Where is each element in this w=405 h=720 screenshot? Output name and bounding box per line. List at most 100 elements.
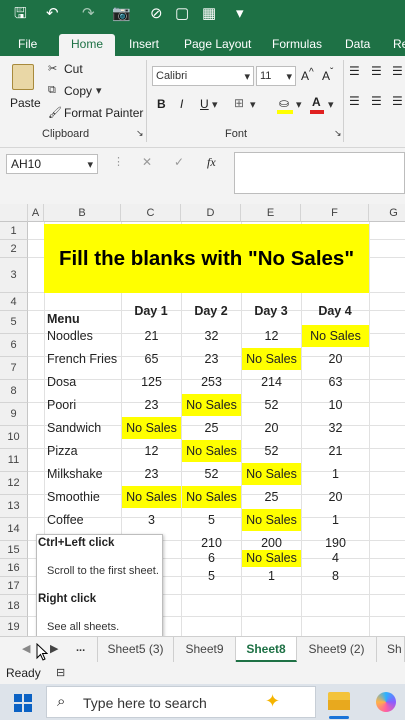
- row-header[interactable]: 17: [0, 577, 28, 595]
- more-sheets-button[interactable]: ...: [76, 642, 85, 654]
- no-sales-cell[interactable]: No Sales: [242, 509, 301, 531]
- align-center-icon[interactable]: ☰: [371, 94, 382, 108]
- row-header[interactable]: 16: [0, 559, 28, 577]
- row-header[interactable]: 13: [0, 495, 28, 518]
- day-header[interactable]: Day 1: [121, 300, 181, 323]
- align-right-icon[interactable]: ☰: [392, 94, 403, 108]
- menu-item-cell[interactable]: French Fries: [47, 348, 121, 371]
- copy-icon[interactable]: ⧉: [48, 84, 56, 97]
- menu-item-cell[interactable]: Milkshake: [47, 463, 121, 486]
- column-header[interactable]: F: [301, 204, 369, 222]
- cut-icon[interactable]: ✂: [48, 62, 57, 75]
- value-cell[interactable]: 32: [182, 325, 241, 347]
- value-cell[interactable]: 23: [122, 394, 181, 416]
- underline-dropdown-icon[interactable]: ▾: [212, 98, 218, 111]
- row-header[interactable]: 8: [0, 380, 28, 403]
- no-sales-cell[interactable]: No Sales: [182, 440, 241, 462]
- day-header[interactable]: Day 4: [301, 300, 369, 323]
- value-cell[interactable]: 8: [302, 568, 369, 585]
- row-header[interactable]: 2: [0, 240, 28, 258]
- sheet-tab[interactable]: Sheet9 (2): [297, 637, 377, 662]
- value-cell[interactable]: 214: [242, 371, 301, 393]
- copilot-icon[interactable]: [376, 692, 396, 712]
- value-cell[interactable]: 21: [122, 325, 181, 347]
- value-cell[interactable]: 32: [302, 417, 369, 439]
- align-left-icon[interactable]: ☰: [349, 94, 360, 108]
- row-header[interactable]: 10: [0, 426, 28, 449]
- no-sales-cell[interactable]: No Sales: [242, 348, 301, 370]
- no-sales-cell[interactable]: No Sales: [242, 550, 301, 567]
- no-sales-cell[interactable]: No Sales: [242, 463, 301, 485]
- row-header[interactable]: 4: [0, 293, 28, 311]
- value-cell[interactable]: 10: [302, 394, 369, 416]
- column-header[interactable]: E: [241, 204, 301, 222]
- value-cell[interactable]: 20: [242, 417, 301, 439]
- value-cell[interactable]: 4: [302, 550, 369, 567]
- no-sales-cell[interactable]: No Sales: [302, 325, 369, 347]
- undo-icon[interactable]: ↶: [46, 4, 59, 24]
- sheet-tab[interactable]: Sheet9: [174, 637, 236, 662]
- file-explorer-icon[interactable]: [328, 692, 350, 710]
- insert-function-icon[interactable]: fx: [207, 155, 216, 170]
- tab-data[interactable]: Data: [345, 34, 370, 56]
- value-cell[interactable]: 23: [182, 348, 241, 370]
- day-header[interactable]: Day 3: [241, 300, 301, 323]
- redo-icon[interactable]: ↷: [82, 4, 95, 24]
- menu-item-cell[interactable]: Poori: [47, 394, 121, 417]
- row-header[interactable]: 12: [0, 472, 28, 495]
- column-header[interactable]: A: [28, 204, 44, 222]
- dialog-launcher-icon[interactable]: ↘: [136, 128, 144, 139]
- italic-button[interactable]: I: [180, 97, 183, 111]
- row-header[interactable]: 14: [0, 518, 28, 541]
- row-header[interactable]: 19: [0, 617, 28, 636]
- align-middle-icon[interactable]: ☰: [371, 64, 382, 78]
- value-cell[interactable]: 65: [122, 348, 181, 370]
- format-painter-button[interactable]: Format Painter: [64, 106, 143, 120]
- no-sales-cell[interactable]: No Sales: [182, 394, 241, 416]
- value-cell[interactable]: 20: [302, 486, 369, 508]
- value-cell[interactable]: 253: [182, 371, 241, 393]
- value-cell[interactable]: 6: [182, 550, 241, 567]
- value-cell[interactable]: 3: [122, 509, 181, 531]
- font-color-icon[interactable]: A: [310, 94, 324, 114]
- copy-dropdown-icon[interactable]: ▾: [96, 84, 102, 97]
- no-sales-cell[interactable]: No Sales: [122, 486, 181, 508]
- no-access-icon[interactable]: ⊘: [150, 4, 163, 24]
- no-sales-cell[interactable]: No Sales: [182, 486, 241, 508]
- sheet-tab[interactable]: Sh: [377, 637, 405, 662]
- scroll-right-icon[interactable]: ▶: [50, 642, 58, 655]
- column-header[interactable]: B: [44, 204, 121, 222]
- row-header[interactable]: 18: [0, 595, 28, 617]
- value-cell[interactable]: 20: [302, 348, 369, 370]
- menu-item-cell[interactable]: Noodles: [47, 325, 121, 348]
- value-cell[interactable]: 1: [302, 463, 369, 485]
- value-cell[interactable]: 52: [182, 463, 241, 485]
- formula-input[interactable]: [234, 152, 405, 194]
- value-cell[interactable]: 52: [242, 394, 301, 416]
- no-sales-cell[interactable]: No Sales: [122, 417, 181, 439]
- value-cell[interactable]: 25: [182, 417, 241, 439]
- row-header[interactable]: 9: [0, 403, 28, 426]
- borders-dropdown-icon[interactable]: ▾: [250, 98, 256, 111]
- grid-icon[interactable]: ▦: [202, 4, 216, 24]
- tab-page-layout[interactable]: Page Layout: [184, 34, 251, 56]
- row-header[interactable]: 1: [0, 222, 28, 240]
- value-cell[interactable]: 21: [302, 440, 369, 462]
- scroll-left-icon[interactable]: ◀: [22, 642, 30, 655]
- value-cell[interactable]: 1: [242, 568, 301, 585]
- row-header[interactable]: 5: [0, 311, 28, 334]
- value-cell[interactable]: 25: [242, 486, 301, 508]
- borders-icon[interactable]: ⊞: [234, 96, 244, 110]
- menu-item-cell[interactable]: Pizza: [47, 440, 121, 463]
- cut-button[interactable]: Cut: [64, 62, 83, 76]
- font-size-select[interactable]: 11 ▾: [256, 66, 296, 86]
- tab-home[interactable]: Home: [59, 34, 116, 56]
- decrease-font-icon[interactable]: Aˇ: [322, 67, 333, 83]
- font-name-select[interactable]: Calibri ▾: [152, 66, 254, 86]
- font-color-dropdown-icon[interactable]: ▾: [328, 98, 334, 111]
- value-cell[interactable]: 125: [122, 371, 181, 393]
- row-header[interactable]: 3: [0, 258, 28, 293]
- paste-button[interactable]: Paste: [6, 62, 42, 118]
- menu-item-cell[interactable]: Coffee: [47, 509, 121, 532]
- dialog-launcher-icon[interactable]: ↘: [334, 128, 342, 139]
